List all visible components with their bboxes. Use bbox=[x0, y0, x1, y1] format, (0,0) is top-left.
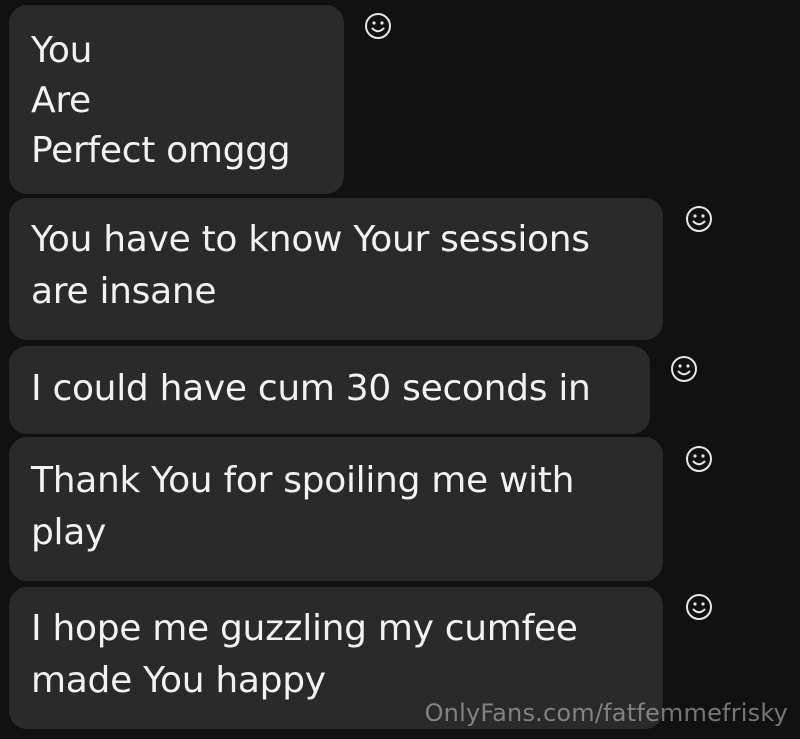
message-bubble[interactable]: You have to know Your sessions are insan… bbox=[9, 198, 663, 340]
smiley-icon[interactable] bbox=[670, 355, 698, 383]
message-bubble[interactable]: Thank You for spoiling me with play bbox=[9, 437, 663, 581]
smiley-icon[interactable] bbox=[364, 12, 392, 40]
watermark-text: OnlyFans.com/fatfemmefrisky bbox=[424, 699, 788, 727]
message-thread: You Are Perfect omggg You have to know Y… bbox=[0, 0, 800, 739]
message-bubble[interactable]: You Are Perfect omggg bbox=[9, 5, 344, 194]
smiley-icon[interactable] bbox=[685, 445, 713, 473]
smiley-icon[interactable] bbox=[685, 205, 713, 233]
message-bubble[interactable]: I could have cum 30 seconds in bbox=[9, 346, 650, 434]
smiley-icon[interactable] bbox=[685, 593, 713, 621]
